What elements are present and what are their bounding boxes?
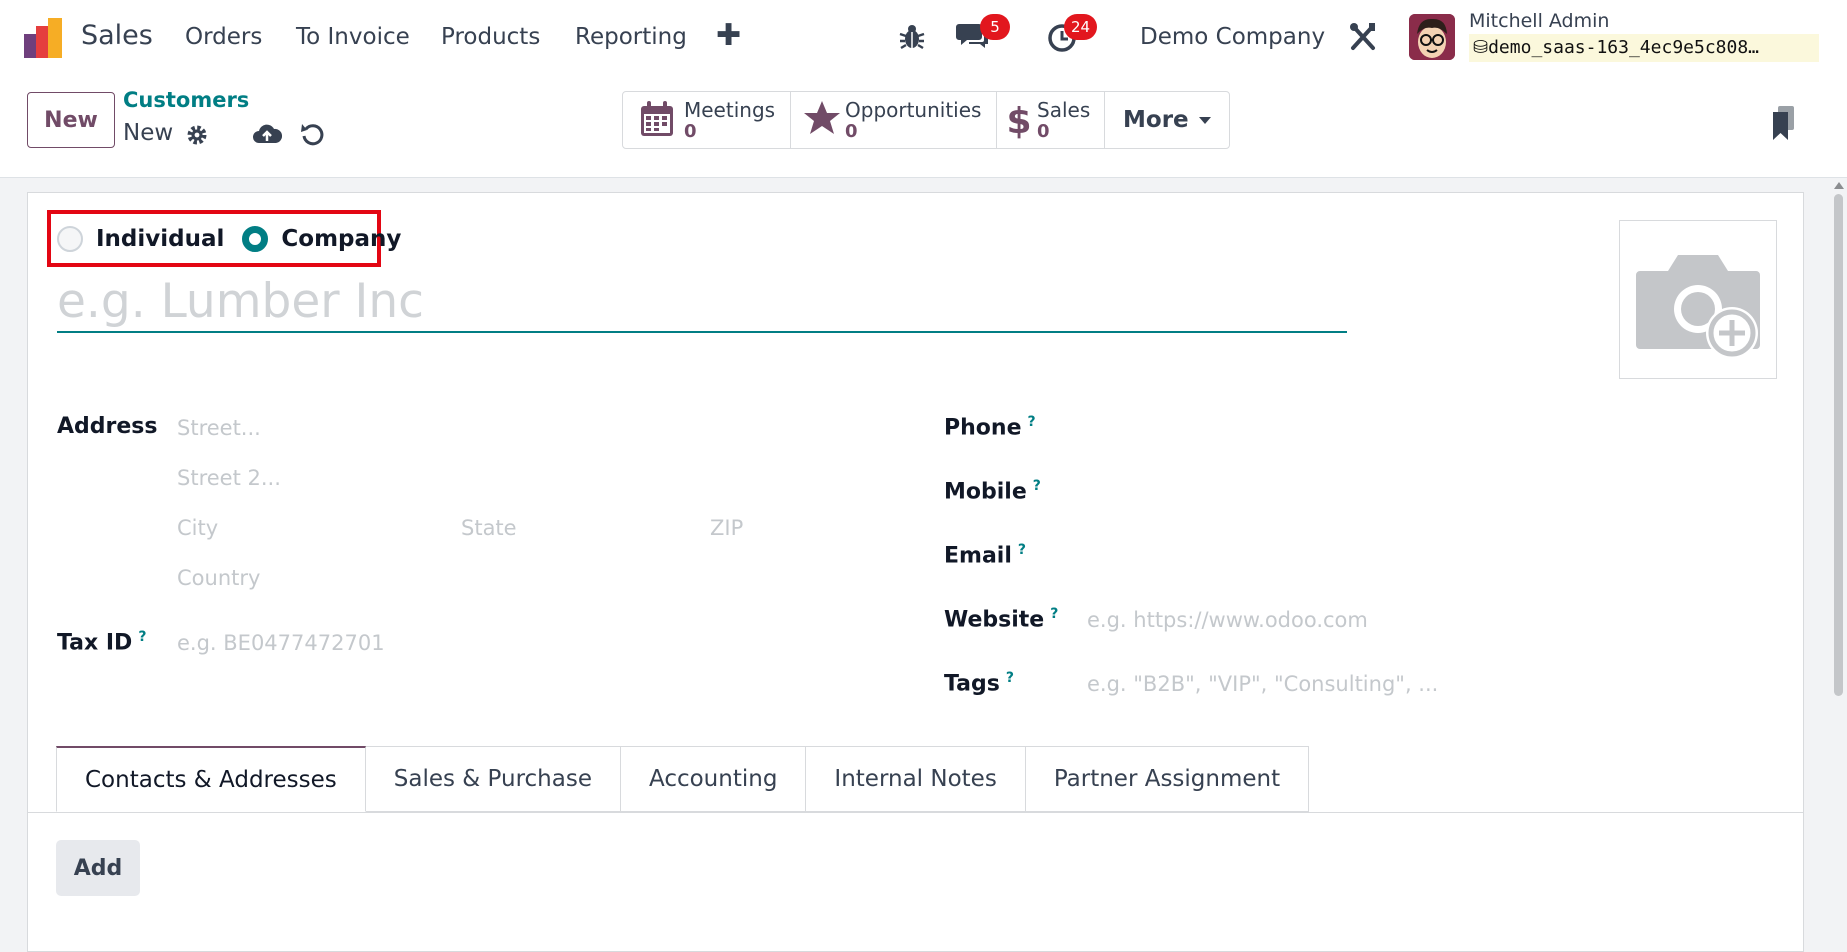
meetings-count: 0 — [684, 121, 697, 142]
menu-to-invoice[interactable]: To Invoice — [296, 24, 410, 50]
add-menu-plus-icon[interactable]: ✚ — [716, 18, 741, 53]
website-label: Website? — [944, 606, 1059, 633]
email-help-icon[interactable]: ? — [1018, 542, 1026, 558]
more-dropdown-button[interactable]: More — [1105, 92, 1229, 148]
tax-id-input[interactable]: e.g. BE0477472701 — [177, 631, 385, 655]
name-input[interactable] — [57, 271, 1347, 333]
phone-label: Phone? — [944, 414, 1036, 441]
sales-button[interactable]: $ Sales 0 — [997, 92, 1105, 148]
menu-orders[interactable]: Orders — [185, 24, 262, 50]
individual-radio[interactable] — [57, 225, 83, 252]
user-name[interactable]: Mitchell Admin — [1469, 10, 1609, 32]
bookmark-icon[interactable] — [1772, 106, 1796, 140]
tags-help-icon[interactable]: ? — [1006, 670, 1014, 686]
add-contact-button[interactable]: Add — [56, 840, 140, 896]
smart-buttons: Meetings 0 Opportunities 0 $ Sales 0 Mor… — [622, 91, 1230, 149]
email-label: Email? — [944, 542, 1027, 569]
meetings-label: Meetings — [684, 98, 776, 122]
database-icon: ⛁ — [1473, 37, 1489, 58]
tab-contacts-addresses[interactable]: Contacts & Addresses — [56, 746, 366, 812]
company-type-selector: Individual Company — [47, 210, 401, 267]
control-panel: New Customers New Meetings 0 Opportuniti… — [0, 76, 1847, 178]
save-cloud-upload-icon[interactable] — [252, 121, 282, 147]
gear-icon[interactable] — [185, 123, 209, 147]
vertical-scrollbar[interactable] — [1830, 180, 1847, 950]
image-upload[interactable] — [1619, 220, 1777, 379]
website-help-icon[interactable]: ? — [1050, 606, 1058, 622]
breadcrumb-customers[interactable]: Customers — [123, 88, 249, 112]
company-radio[interactable] — [242, 225, 269, 252]
company-switcher[interactable]: Demo Company — [1140, 24, 1325, 50]
tax-id-help-icon[interactable]: ? — [138, 629, 146, 645]
opportunities-count: 0 — [845, 121, 858, 142]
sales-count: 0 — [1037, 121, 1050, 142]
calendar-icon — [641, 101, 673, 136]
tab-sales-purchase[interactable]: Sales & Purchase — [365, 746, 621, 812]
app-name[interactable]: Sales — [81, 20, 153, 51]
tab-internal-notes[interactable]: Internal Notes — [806, 746, 1026, 812]
settings-tools-icon[interactable] — [1349, 22, 1377, 52]
sales-app-logo-icon[interactable] — [24, 18, 66, 58]
notebook-tabs: Contacts & Addresses Sales & Purchase Ac… — [56, 746, 1310, 814]
city-input[interactable]: City — [177, 516, 218, 540]
scroll-up-arrow-icon[interactable] — [1834, 182, 1844, 189]
tags-label: Tags? — [944, 670, 1014, 697]
address-label: Address — [57, 414, 158, 439]
tab-partner-assignment[interactable]: Partner Assignment — [1025, 746, 1310, 812]
svg-text:$: $ — [1007, 101, 1031, 140]
scrollbar-thumb[interactable] — [1834, 194, 1843, 696]
new-record-button[interactable]: New — [27, 92, 115, 148]
messages-badge: 5 — [980, 14, 1010, 40]
tax-id-label: Tax ID? — [57, 629, 147, 656]
country-input[interactable]: Country — [177, 566, 260, 590]
meetings-button[interactable]: Meetings 0 — [623, 92, 791, 148]
dollar-icon: $ — [1007, 101, 1031, 140]
debug-bug-icon[interactable] — [897, 22, 927, 52]
menu-products[interactable]: Products — [441, 24, 540, 50]
street2-input[interactable]: Street 2... — [177, 466, 281, 490]
top-navbar: Sales Orders To Invoice Products Reporti… — [0, 0, 1847, 76]
star-icon — [804, 101, 840, 134]
partner-form-sheet: Individual Company Address Street... Str… — [27, 192, 1804, 952]
opportunities-label: Opportunities — [845, 98, 982, 122]
discard-undo-icon[interactable] — [300, 121, 326, 147]
user-avatar[interactable] — [1409, 14, 1455, 60]
mobile-label: Mobile? — [944, 478, 1041, 505]
menu-reporting[interactable]: Reporting — [575, 24, 687, 50]
company-label[interactable]: Company — [281, 226, 401, 252]
camera-add-icon — [1636, 255, 1760, 359]
mobile-help-icon[interactable]: ? — [1033, 478, 1041, 494]
state-input[interactable]: State — [461, 516, 517, 540]
zip-input[interactable]: ZIP — [710, 516, 743, 540]
website-input[interactable]: e.g. https://www.odoo.com — [1087, 608, 1368, 632]
sales-label: Sales — [1037, 98, 1091, 122]
database-label: demo_saas-163_4ec9e5c808… — [1488, 37, 1760, 58]
caret-down-icon — [1198, 116, 1211, 124]
activities-badge: 24 — [1064, 14, 1098, 40]
street-input[interactable]: Street... — [177, 416, 261, 440]
database-name: ⛁demo_saas-163_4ec9e5c808… — [1469, 34, 1819, 62]
tags-input[interactable]: e.g. "B2B", "VIP", "Consulting", ... — [1087, 672, 1438, 696]
more-label: More — [1123, 107, 1189, 133]
individual-label[interactable]: Individual — [96, 226, 224, 252]
phone-help-icon[interactable]: ? — [1027, 414, 1035, 430]
tab-accounting[interactable]: Accounting — [620, 746, 807, 812]
opportunities-button[interactable]: Opportunities 0 — [791, 92, 997, 148]
breadcrumb-current: New — [123, 120, 174, 146]
